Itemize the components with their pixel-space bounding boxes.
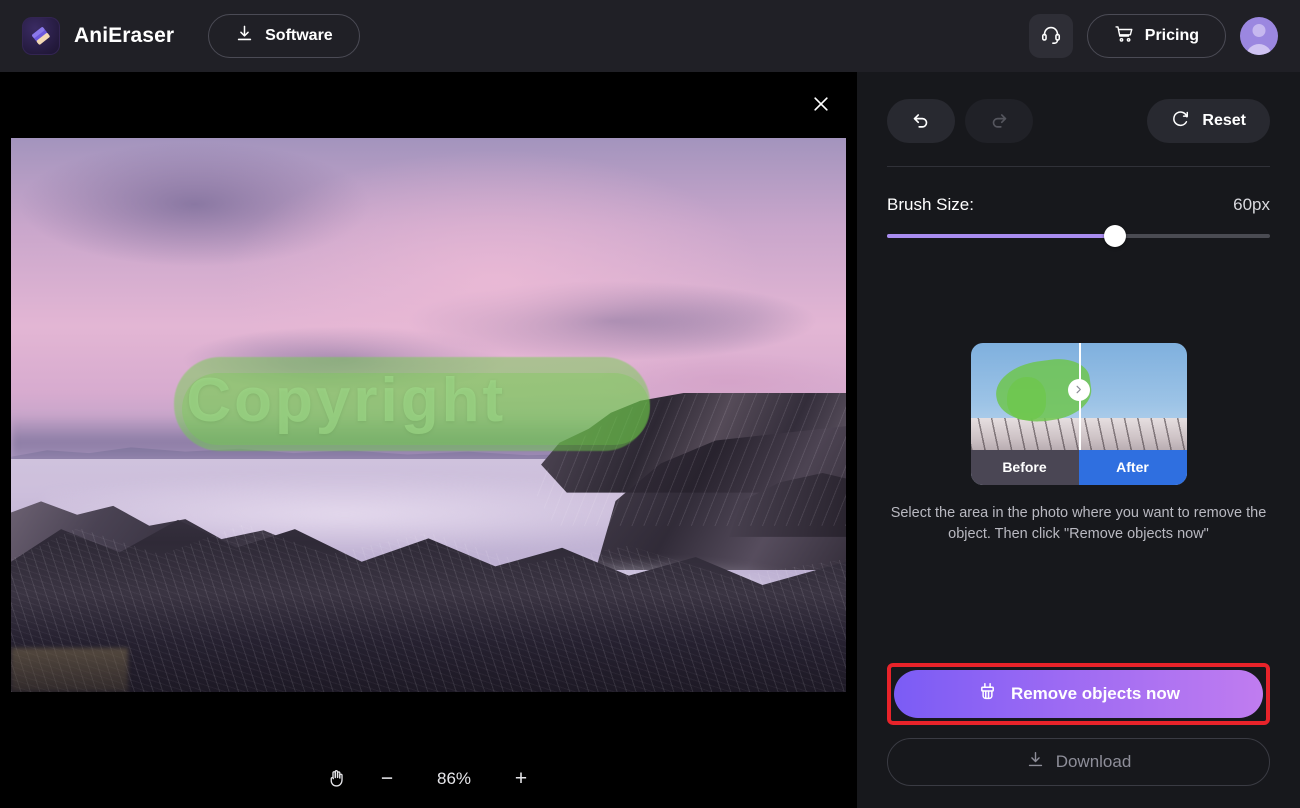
header-right-group: Pricing bbox=[1028, 14, 1278, 58]
download-button-label: Download bbox=[1055, 752, 1132, 771]
tools-panel: Reset Brush Size: 60px Before After Sele… bbox=[857, 72, 1300, 808]
chevron-right-icon[interactable] bbox=[1067, 378, 1090, 401]
remove-objects-button-label: Remove objects now bbox=[1010, 684, 1181, 703]
pricing-button[interactable]: Pricing bbox=[1086, 14, 1226, 58]
instruction-line-2: object. Then click "Remove objects now" bbox=[948, 525, 1209, 542]
user-avatar-icon[interactable] bbox=[1240, 17, 1278, 55]
brand-name: AniEraser bbox=[74, 24, 175, 47]
zoom-percent: 86% bbox=[436, 768, 472, 788]
headset-icon bbox=[1040, 23, 1062, 50]
editing-photo[interactable]: Copyright bbox=[11, 138, 846, 692]
brush-mask-overlay-secondary bbox=[182, 373, 650, 446]
preview-labels: Before After bbox=[970, 449, 1187, 485]
remove-button-highlight: Remove objects now bbox=[887, 663, 1270, 725]
history-toolbar: Reset bbox=[887, 72, 1270, 143]
avatar-body bbox=[1246, 44, 1272, 55]
undo-button[interactable] bbox=[887, 99, 955, 143]
hand-tool-icon[interactable] bbox=[326, 768, 347, 789]
download-button[interactable]: Download bbox=[887, 738, 1270, 786]
brush-size-value: 60px bbox=[1233, 195, 1270, 214]
download-icon bbox=[1026, 750, 1045, 774]
zoom-out-button[interactable]: − bbox=[377, 768, 397, 789]
instruction-line-1: Select the area in the photo where you w… bbox=[890, 505, 1267, 521]
reset-icon bbox=[1171, 109, 1191, 134]
app-header: AniEraser Software Pricing bbox=[0, 0, 1300, 72]
pricing-button-label: Pricing bbox=[1144, 27, 1199, 44]
brush-clean-icon bbox=[977, 681, 998, 707]
reset-button-label: Reset bbox=[1202, 112, 1246, 129]
software-button[interactable]: Software bbox=[208, 14, 360, 58]
cart-icon bbox=[1114, 24, 1134, 49]
photo-sand bbox=[11, 647, 128, 692]
reset-button[interactable]: Reset bbox=[1147, 99, 1270, 143]
preview-before-label: Before bbox=[970, 449, 1079, 485]
panel-divider bbox=[887, 166, 1270, 167]
redo-icon bbox=[988, 109, 1010, 134]
eraser-logo-icon bbox=[22, 17, 60, 55]
canvas-stage[interactable]: Copyright bbox=[0, 72, 857, 753]
download-icon bbox=[235, 24, 254, 48]
before-after-preview[interactable]: Before After bbox=[970, 343, 1187, 485]
zoom-toolbar: − 86% + bbox=[0, 753, 857, 808]
slider-thumb[interactable] bbox=[1103, 225, 1126, 247]
software-button-label: Software bbox=[265, 27, 333, 44]
slider-fill bbox=[887, 234, 1115, 238]
redo-button[interactable] bbox=[965, 99, 1033, 143]
brush-size-row: Brush Size: 60px bbox=[887, 195, 1270, 215]
app-body: Copyright − 86% + Reset Brush Size: 60px… bbox=[0, 72, 1300, 808]
action-buttons: Remove objects now Download bbox=[887, 663, 1270, 786]
app-root: AniEraser Software Pricing Copyright − 8… bbox=[0, 0, 1300, 808]
remove-objects-button[interactable]: Remove objects now bbox=[894, 670, 1263, 718]
instruction-text: Select the area in the photo where you w… bbox=[887, 503, 1270, 544]
brand: AniEraser bbox=[22, 17, 174, 55]
brush-size-label: Brush Size: bbox=[887, 195, 974, 214]
brush-size-slider[interactable] bbox=[887, 225, 1270, 247]
zoom-in-button[interactable]: + bbox=[511, 768, 531, 789]
undo-icon bbox=[910, 109, 932, 134]
preview-masked-figure-head bbox=[1007, 377, 1047, 420]
close-icon[interactable] bbox=[807, 90, 835, 118]
preview-after-label: After bbox=[1078, 449, 1187, 485]
support-button[interactable] bbox=[1028, 14, 1073, 58]
avatar-head bbox=[1252, 24, 1266, 37]
canvas-area: Copyright − 86% + bbox=[0, 72, 857, 808]
